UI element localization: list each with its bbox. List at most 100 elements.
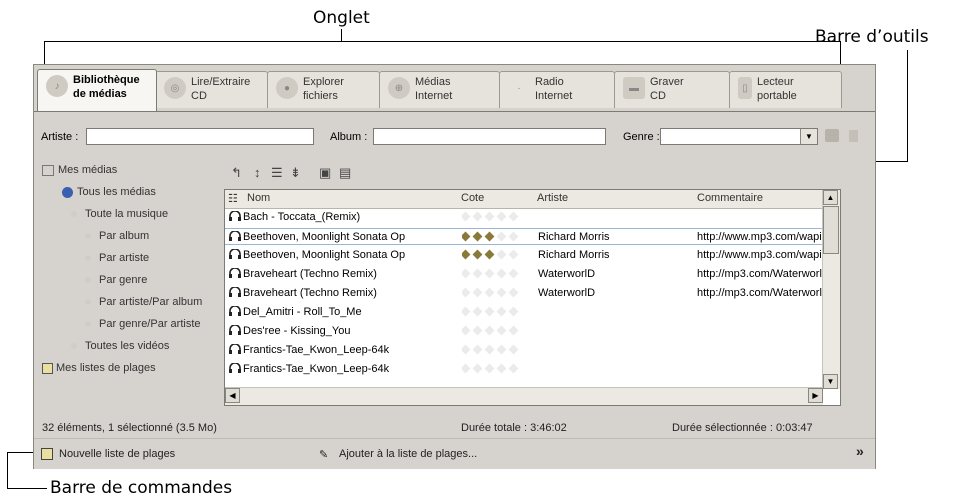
rating-diamond-icon[interactable] [472, 325, 483, 336]
toolbar-columns-icon[interactable]: ☰ [271, 165, 283, 181]
album-field[interactable] [373, 128, 606, 145]
rating-diamond-icon[interactable] [484, 211, 495, 222]
table-row[interactable]: Des'ree - Kissing_You [225, 323, 823, 340]
vertical-scrollbar[interactable]: ▲ ▼ [822, 190, 840, 389]
table-row[interactable]: Bach - Toccata_(Remix) [225, 209, 823, 226]
tree-item-par-artiste[interactable]: Par artiste [85, 252, 149, 264]
clear-search-icon[interactable] [849, 130, 858, 142]
rating-diamond-icon[interactable] [484, 306, 495, 317]
rating-diamond-icon[interactable] [508, 231, 519, 242]
toolbar-properties-icon[interactable]: ▣ [319, 165, 331, 181]
rating-diamond-icon[interactable] [508, 268, 519, 279]
table-row[interactable]: Beethoven, Moonlight Sonata Op Richard Mo… [225, 247, 823, 264]
tab-lire-extraire[interactable]: ◎ Lire/Extraire CD [155, 71, 268, 108]
toolbar-sort-icon[interactable]: ↕ [254, 165, 261, 180]
rating-diamond-icon[interactable] [484, 363, 495, 374]
rating-diamond-icon[interactable] [462, 363, 471, 374]
scroll-thumb[interactable] [823, 206, 839, 254]
rating-diamond-icon[interactable] [472, 249, 483, 260]
rating-stars[interactable] [462, 306, 522, 318]
table-row[interactable]: Braveheart (Techno Remix) WaterworlD http:… [225, 285, 823, 302]
rating-stars[interactable] [462, 344, 522, 356]
tree-item-mes-medias[interactable]: Mes médias [42, 164, 117, 176]
header-cote[interactable]: Cote [461, 192, 484, 204]
rating-diamond-icon[interactable] [462, 344, 471, 355]
tree-item-par-album[interactable]: Par album [85, 230, 149, 242]
tree-item-par-artiste-album[interactable]: Par artiste/Par album [85, 296, 202, 308]
tab-lecteur-portable[interactable]: ▯ Lecteur portable [729, 71, 842, 108]
tab-explorer[interactable]: ● Explorer fichiers [267, 71, 380, 108]
rating-diamond-icon[interactable] [472, 306, 483, 317]
table-row[interactable]: Del_Amitri - Roll_To_Me [225, 304, 823, 321]
rating-diamond-icon[interactable] [508, 287, 519, 298]
rating-stars[interactable] [462, 249, 522, 261]
header-nom[interactable]: Nom [247, 192, 270, 204]
rating-diamond-icon[interactable] [472, 211, 483, 222]
rating-diamond-icon[interactable] [484, 268, 495, 279]
rating-diamond-icon[interactable] [508, 325, 519, 336]
tab-bibliotheque[interactable]: ♪ Bibliothèque de médias [37, 69, 157, 111]
rating-stars[interactable] [462, 287, 522, 299]
tab-medias-internet[interactable]: ⊕ Médias Internet [379, 71, 500, 108]
rating-stars[interactable] [462, 231, 522, 243]
rating-diamond-icon[interactable] [496, 231, 507, 242]
rating-diamond-icon[interactable] [508, 363, 519, 374]
table-row[interactable]: Frantics-Tae_Kwon_Leep-64k [225, 361, 823, 378]
rating-stars[interactable] [462, 268, 522, 280]
rating-diamond-icon[interactable] [472, 344, 483, 355]
horizontal-scrollbar[interactable]: ◀ ▶ [225, 387, 823, 405]
rating-diamond-icon[interactable] [496, 363, 507, 374]
rating-diamond-icon[interactable] [496, 211, 507, 222]
header-artiste[interactable]: Artiste [537, 192, 568, 204]
rating-diamond-icon[interactable] [472, 363, 483, 374]
rating-stars[interactable] [462, 325, 522, 337]
tab-radio-internet[interactable]: · Radio Internet [499, 71, 615, 108]
rating-diamond-icon[interactable] [472, 231, 483, 242]
scroll-left-icon[interactable]: ◀ [225, 388, 240, 403]
tree-item-toutes-videos[interactable]: Toutes les vidéos [71, 340, 169, 352]
rating-diamond-icon[interactable] [472, 268, 483, 279]
rating-diamond-icon[interactable] [484, 231, 495, 242]
rating-diamond-icon[interactable] [508, 306, 519, 317]
header-commentaire[interactable]: Commentaire [697, 192, 763, 204]
rating-diamond-icon[interactable] [462, 249, 471, 260]
rating-diamond-icon[interactable] [484, 249, 495, 260]
rating-diamond-icon[interactable] [496, 306, 507, 317]
rating-diamond-icon[interactable] [462, 211, 471, 222]
rating-diamond-icon[interactable] [496, 268, 507, 279]
rating-diamond-icon[interactable] [496, 249, 507, 260]
tree-item-listes-plages[interactable]: Mes listes de plages [42, 362, 156, 374]
genre-select[interactable]: ▼ [660, 128, 818, 145]
tree-item-tous-medias[interactable]: Tous les médias [62, 186, 156, 198]
tree-item-toute-musique[interactable]: Toute la musique [71, 208, 168, 220]
rating-diamond-icon[interactable] [462, 287, 471, 298]
scroll-up-icon[interactable]: ▲ [823, 190, 838, 205]
tree-item-par-genre-artiste[interactable]: Par genre/Par artiste [85, 318, 201, 330]
rating-diamond-icon[interactable] [496, 344, 507, 355]
rating-diamond-icon[interactable] [484, 287, 495, 298]
scroll-right-icon[interactable]: ▶ [808, 388, 823, 403]
rating-stars[interactable] [462, 211, 522, 223]
toolbar-back-icon[interactable]: ↰ [231, 165, 242, 181]
toolbar-info-icon[interactable]: ▤ [339, 165, 351, 181]
rating-diamond-icon[interactable] [496, 325, 507, 336]
tree-item-par-genre[interactable]: Par genre [85, 274, 147, 286]
scroll-down-icon[interactable]: ▼ [823, 374, 838, 389]
chevron-down-icon[interactable]: ▼ [800, 129, 817, 144]
rating-diamond-icon[interactable] [462, 231, 471, 242]
rating-diamond-icon[interactable] [462, 306, 471, 317]
artist-field[interactable] [86, 128, 314, 145]
rating-diamond-icon[interactable] [472, 287, 483, 298]
rating-diamond-icon[interactable] [508, 249, 519, 260]
tab-graver-cd[interactable]: ▬ Graver CD [614, 71, 730, 108]
rating-diamond-icon[interactable] [508, 211, 519, 222]
add-to-playlist-button[interactable]: ✎ Ajouter à la liste de plages... [319, 448, 477, 461]
table-row[interactable]: Braveheart (Techno Remix) WaterworlD http:… [225, 266, 823, 283]
rating-stars[interactable] [462, 363, 522, 375]
rating-diamond-icon[interactable] [484, 325, 495, 336]
toolbar-tree-icon[interactable]: ⇟ [290, 165, 301, 181]
table-row[interactable]: Beethoven, Moonlight Sonata Op Richard Mo… [225, 228, 823, 245]
rating-diamond-icon[interactable] [462, 268, 471, 279]
table-row[interactable]: Frantics-Tae_Kwon_Leep-64k [225, 342, 823, 359]
rating-diamond-icon[interactable] [462, 325, 471, 336]
